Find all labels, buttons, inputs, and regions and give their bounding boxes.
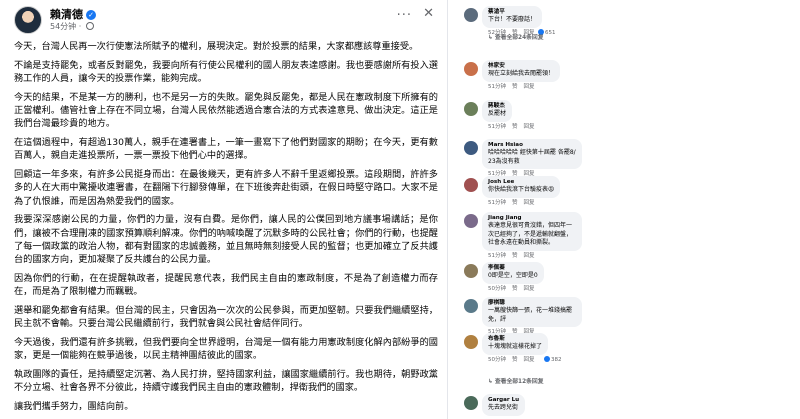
post-time[interactable]: 54分钟 bbox=[50, 22, 76, 31]
commenter-avatar[interactable] bbox=[464, 102, 478, 116]
like-button[interactable]: 赞 bbox=[512, 124, 518, 130]
comment-text: 0即是空，空即是0 bbox=[488, 272, 538, 279]
commenter-name[interactable]: 蔡滄平 bbox=[488, 8, 536, 16]
commenter-avatar[interactable] bbox=[464, 214, 478, 228]
comment-actions: 50分钟赞回复 bbox=[488, 285, 541, 293]
comment-bubble: 布魯斯 十塊塊就這樣花掉了 bbox=[482, 333, 549, 355]
verified-badge-icon: ✓ bbox=[86, 10, 96, 20]
comment-time[interactable]: 50分钟 bbox=[488, 286, 506, 292]
like-button[interactable]: 赞 bbox=[512, 286, 518, 292]
comment-bubble: 李佩蓁 0即是空，空即是0 bbox=[482, 262, 544, 284]
comment-actions: 50分钟赞回复 bbox=[488, 356, 541, 364]
comment-time[interactable]: 51分钟 bbox=[488, 124, 506, 130]
view-replies-link[interactable]: ↳ 查看全部12条回复 bbox=[488, 376, 544, 385]
globe-icon bbox=[85, 22, 94, 30]
commenter-name[interactable]: 李佩蓁 bbox=[488, 264, 538, 272]
comment-text: 先去跨兒街 bbox=[488, 404, 519, 411]
comment-text: 哈哈哈哈哈 經快第十屆罷 各罷8/23為沒有救 bbox=[488, 149, 576, 165]
comment-text: 反罷材 bbox=[488, 110, 507, 117]
post-paragraph: 讓我們攜手努力，團結向前。 bbox=[14, 400, 134, 412]
post-paragraph: 因為你們的行動，在在提醒執政者，提醒民意代表，我們民主自由的憲政制度，不是為了創… bbox=[14, 272, 438, 298]
commenter-name[interactable]: Gargar Lu bbox=[488, 396, 519, 404]
reply-arrow-icon: ↳ bbox=[488, 379, 493, 385]
comment-bubble: Mars Hsiao 哈哈哈哈哈 經快第十屆罷 各罷8/23為沒有救 bbox=[482, 139, 582, 169]
post-paragraph: 我要深深感謝公民的力量，你們的力量，沒有白費。是你們，讓人民的公僕回到地方議事場… bbox=[14, 214, 438, 266]
commenter-name[interactable]: 蔣駿杰 bbox=[488, 102, 506, 110]
comment-time[interactable]: 51分钟 bbox=[488, 253, 506, 259]
like-button[interactable]: 赞 bbox=[512, 84, 518, 90]
reaction-count-value: 651 bbox=[545, 30, 556, 36]
author-name-text[interactable]: 賴清德 bbox=[50, 8, 83, 21]
post-body: 今天，台灣人民再一次行使憲法所賦予的權利，展現決定。對於投票的結果，大家都應該尊… bbox=[14, 40, 438, 418]
comment-text: 下台！不要廢話！ bbox=[488, 16, 537, 23]
post-paragraph: 回顧這一年多來，有許多公民挺身而出：在最後幾天，更有許多人不辭千里返鄉投票。這段… bbox=[14, 168, 438, 207]
like-button[interactable]: 赞 bbox=[512, 357, 518, 363]
comment-bubble: 蔡滄平 下台！不要廢話！ bbox=[482, 6, 543, 28]
reply-button[interactable]: 回复 bbox=[524, 124, 535, 130]
comment-text: 現在立刻給我去閱罷領！ bbox=[488, 70, 555, 77]
reply-button[interactable]: 回复 bbox=[524, 357, 535, 363]
more-options-icon[interactable]: ··· bbox=[397, 8, 412, 23]
view-replies-label[interactable]: 查看全部24条回复 bbox=[495, 35, 544, 41]
commenter-avatar[interactable] bbox=[464, 62, 478, 76]
comment-text: 十塊塊就這樣花掉了 bbox=[488, 343, 543, 350]
reaction-count[interactable]: 382 bbox=[544, 356, 562, 364]
like-reaction-icon bbox=[544, 356, 550, 362]
post-paragraph: 在這個過程中，有超過130萬人，親手在連署書上，一筆一畫寫下了他們對國家的期盼；… bbox=[14, 136, 438, 162]
comment-bubble: 廖棋聰 一萬艘快篩一張，花一堆錢搞罷免，評 bbox=[482, 297, 582, 327]
comment-actions: 51分钟赞回复 bbox=[488, 123, 541, 131]
comment-text: 表達意見很可貴沒錯，但四年一次已經夠了，不是遞輸就翻盤，社會永遠在動員和撕裂。 bbox=[488, 222, 573, 246]
comment-bubble: Jiang Jiang 表達意見很可貴沒錯，但四年一次已經夠了，不是遞輸就翻盤，社… bbox=[482, 212, 582, 251]
post-paragraph: 選舉和罷免都會有結果。但台灣的民主，只會因為一次次的公民參與，而更加堅韌。只要我… bbox=[14, 304, 438, 330]
commenter-avatar[interactable] bbox=[464, 396, 478, 410]
reply-button[interactable]: 回复 bbox=[524, 84, 535, 90]
comment-actions: 51分钟赞回复 bbox=[488, 83, 541, 91]
commenter-avatar[interactable] bbox=[464, 141, 478, 155]
like-button[interactable]: 赞 bbox=[512, 200, 518, 206]
comment-bubble: Gargar Lu 先去跨兒街 bbox=[482, 394, 526, 416]
post-paragraph: 不論是支持罷免，或者反對罷免，我要向所有行使公民權利的國人朋友表達感謝。我也要感… bbox=[14, 59, 438, 84]
commenter-avatar[interactable] bbox=[464, 8, 478, 22]
post-panel: 賴清德 ✓ 54分钟 · ··· ✕ 今天，台灣人民再一次行使憲法所賦予的權利，展… bbox=[0, 0, 448, 419]
reply-arrow-icon: ↳ bbox=[488, 35, 493, 41]
view-replies-link[interactable]: ↳ 查看全部24条回复 bbox=[488, 32, 544, 41]
comment-text: 你快給我滾下台驗疫表😡 bbox=[488, 186, 555, 193]
comment-bubble: Josh Lee 你快給我滾下台驗疫表😡 bbox=[482, 176, 561, 198]
commenter-avatar[interactable] bbox=[464, 178, 478, 192]
comment-bubble: 林家安 現在立刻給我去閱罷領！ bbox=[482, 60, 561, 82]
comment-text: 一萬艘快篩一張，花一堆錢搞罷免，評 bbox=[488, 307, 573, 323]
author-name[interactable]: 賴清德 ✓ bbox=[50, 6, 96, 22]
post-paragraph: 執政團隊的責任，是持續堅定沉著、為人民打拚，堅持國家利益，讓國家繼續前行。我也期… bbox=[14, 368, 438, 394]
comment-bubble: 蔣駿杰 反罷材 bbox=[482, 100, 513, 122]
commenter-name[interactable]: Mars Hsiao bbox=[488, 141, 576, 149]
commenter-name[interactable]: 林家安 bbox=[488, 62, 554, 70]
post-paragraph: 今天，台灣人民再一次行使憲法所賦予的權利，展現決定。對於投票的結果，大家都應該尊… bbox=[14, 41, 419, 52]
post-paragraph: 今天的結果，不是某一方的勝利，也不是另一方的失敗。罷免與反罷免，都是人民在憲政制… bbox=[14, 91, 438, 130]
close-icon[interactable]: ✕ bbox=[423, 6, 434, 21]
post-paragraph: 今天過後，我們還有許多挑戰，但我們要向全世界證明，台灣是一個有能力用憲政制度化解… bbox=[14, 336, 438, 362]
comment-time[interactable]: 51分钟 bbox=[488, 84, 506, 90]
commenter-name[interactable]: 廖棋聰 bbox=[488, 299, 576, 307]
post-header: 賴清德 ✓ 54分钟 · ··· ✕ bbox=[14, 6, 434, 40]
post-meta: 54分钟 · bbox=[50, 21, 94, 32]
view-replies-label[interactable]: 查看全部12条回复 bbox=[495, 379, 544, 385]
comment-actions: 51分钟赞回复 bbox=[488, 199, 541, 207]
reply-button[interactable]: 回复 bbox=[524, 253, 535, 259]
comment-time[interactable]: 51分钟 bbox=[488, 200, 506, 206]
reply-button[interactable]: 回复 bbox=[524, 200, 535, 206]
author-avatar[interactable] bbox=[14, 6, 42, 34]
commenter-name[interactable]: Jiang Jiang bbox=[488, 214, 576, 222]
commenter-name[interactable]: 布魯斯 bbox=[488, 335, 542, 343]
reaction-count-value: 382 bbox=[551, 357, 562, 363]
commenter-avatar[interactable] bbox=[464, 299, 478, 313]
comment-time[interactable]: 50分钟 bbox=[488, 357, 506, 363]
commenter-name[interactable]: Josh Lee bbox=[488, 178, 554, 186]
commenter-avatar[interactable] bbox=[464, 335, 478, 349]
like-button[interactable]: 赞 bbox=[512, 253, 518, 259]
comments-panel: 蔡滄平 下台！不要廢話！ 52分钟赞回复 651 ↳ 查看全部24条回复 林家安 現在立刻給我… bbox=[462, 0, 800, 419]
comment-actions: 51分钟赞回复 bbox=[488, 252, 541, 260]
reply-button[interactable]: 回复 bbox=[524, 286, 535, 292]
commenter-avatar[interactable] bbox=[464, 264, 478, 278]
